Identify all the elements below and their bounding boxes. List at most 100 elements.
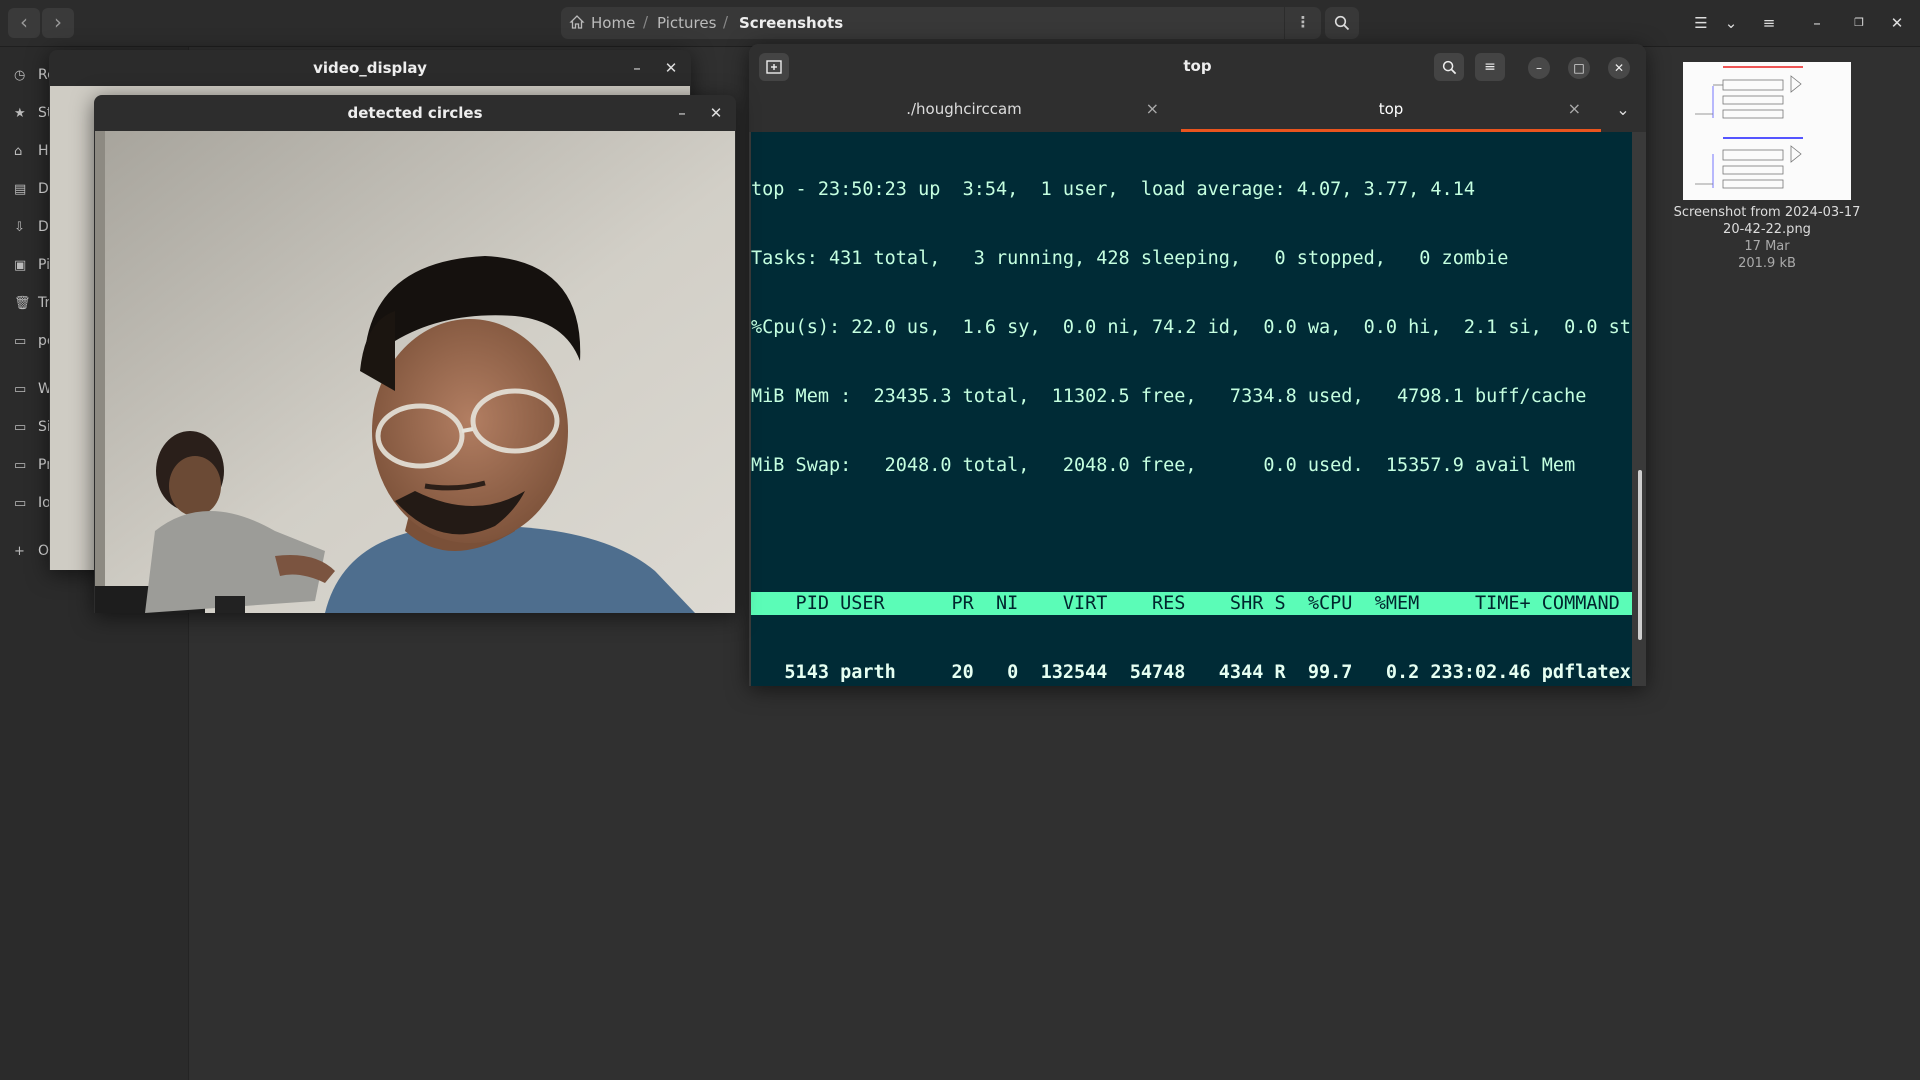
back-button[interactable]: ‹ xyxy=(8,8,40,38)
hamburger-menu-icon: ≡ xyxy=(1762,14,1776,32)
minimize-button[interactable]: – xyxy=(670,101,694,125)
breadcrumb-separator: / xyxy=(643,13,649,31)
process-row: 15287 parth 20 0 134020 59012 4608 R 99.… xyxy=(751,684,1632,686)
folder-icon: ▭ xyxy=(14,382,27,397)
window-title: video_display xyxy=(313,59,427,77)
terminal-output[interactable]: top - 23:50:23 up 3:54, 1 user, load ave… xyxy=(751,132,1632,686)
sidebar-item-label: D xyxy=(38,181,49,197)
minimize-icon: – xyxy=(1536,61,1542,75)
terminal-menu-button[interactable]: ≡ xyxy=(1475,53,1505,81)
terminal-close-button[interactable]: ✕ xyxy=(1608,57,1630,79)
clock-icon: ◷ xyxy=(14,68,26,83)
vertical-dots-icon: ⋮ xyxy=(1295,13,1311,31)
close-button[interactable]: ✕ xyxy=(704,101,728,125)
sidebar-item[interactable]: ▤ D xyxy=(14,181,49,203)
minimize-icon: – xyxy=(678,104,686,122)
close-tab-icon[interactable]: × xyxy=(1568,90,1581,128)
document-icon: ▤ xyxy=(14,182,27,197)
top-tasks-line: Tasks: 431 total, 3 running, 428 sleepin… xyxy=(751,248,1509,269)
sidebar-item-label: O xyxy=(38,543,50,559)
minimize-button[interactable]: – xyxy=(1804,7,1830,39)
top-mem-line: MiB Mem : 23435.3 total, 11302.5 free, 7… xyxy=(751,386,1587,407)
detected-circles-window: detected circles – ✕ xyxy=(94,95,736,613)
close-tab-icon[interactable]: × xyxy=(1146,90,1159,128)
sidebar-item[interactable]: ▭ W xyxy=(14,381,52,403)
sidebar-item[interactable]: ▭ Pr xyxy=(14,457,52,479)
trash-icon: 🗑 xyxy=(14,296,31,311)
top-swap-line: MiB Swap: 2048.0 total, 2048.0 free, 0.0… xyxy=(751,455,1576,476)
folder-icon: ▭ xyxy=(14,496,27,511)
sidebar-item[interactable]: ⌂ H xyxy=(14,143,49,165)
sidebar-item[interactable]: ▭ Io xyxy=(14,495,51,517)
tab-label: top xyxy=(1378,100,1404,118)
terminal-maximize-button[interactable]: □ xyxy=(1568,57,1590,79)
terminal-tab-bar: ./houghcirccam × top × ⌄ xyxy=(749,90,1646,132)
close-button[interactable]: ✕ xyxy=(1884,7,1910,39)
folder-icon: ▭ xyxy=(14,420,27,435)
image-icon: ▣ xyxy=(14,258,27,273)
minimize-icon: – xyxy=(1813,14,1821,32)
breadcrumb-pictures[interactable]: Pictures xyxy=(657,14,716,32)
terminal-search-button[interactable] xyxy=(1434,53,1464,81)
maximize-button[interactable]: ❐ xyxy=(1846,7,1872,39)
home-icon xyxy=(569,14,585,34)
home-icon: ⌂ xyxy=(14,144,23,159)
star-icon: ★ xyxy=(14,106,26,121)
sidebar-item-label: D xyxy=(38,219,49,235)
process-row: 5143 parth 20 0 132544 54748 4344 R 99.7… xyxy=(751,662,1632,683)
sidebar-item[interactable]: 🗑 Tr xyxy=(14,295,50,317)
search-icon xyxy=(1442,60,1456,75)
terminal-headerbar: top ≡ – □ ✕ xyxy=(749,44,1646,90)
sidebar-item-label: H xyxy=(38,143,49,159)
sidebar-item[interactable]: ▣ Pi xyxy=(14,257,50,279)
breadcrumb-home[interactable]: Home xyxy=(591,14,635,32)
file-name: Screenshot from 2024-03-17 20-42-22.png xyxy=(1672,204,1862,238)
tab-list-button[interactable]: ⌄ xyxy=(1605,90,1641,132)
search-icon xyxy=(1334,15,1350,31)
main-menu-button[interactable]: ≡ xyxy=(1754,7,1784,39)
file-item[interactable]: Screenshot from 2024-03-17 20-42-22.png … xyxy=(1672,62,1862,272)
file-name-line-2: 20-42-22.png xyxy=(1723,222,1811,237)
sidebar-item[interactable]: ⇩ D xyxy=(14,219,49,241)
chevron-left-icon: ‹ xyxy=(20,10,28,34)
drive-icon: ▭ xyxy=(14,334,27,349)
minimize-button[interactable]: – xyxy=(625,56,649,80)
window-title: detected circles xyxy=(347,104,483,122)
path-menu-button[interactable]: ⋮ xyxy=(1284,7,1321,39)
search-button[interactable] xyxy=(1325,7,1359,39)
chevron-right-icon: › xyxy=(54,10,62,34)
tab-houghcirccam[interactable]: ./houghcirccam × xyxy=(749,90,1179,132)
close-icon: ✕ xyxy=(1613,61,1625,75)
close-icon: ✕ xyxy=(664,59,678,77)
process-table: 5143 parth 20 0 132544 54748 4344 R 99.7… xyxy=(751,661,1632,686)
file-name-line-1: Screenshot from 2024-03-17 xyxy=(1673,205,1861,220)
terminal-minimize-button[interactable]: – xyxy=(1528,57,1550,79)
breadcrumb-screenshots[interactable]: Screenshots xyxy=(739,14,843,32)
sidebar-item[interactable]: ★ St xyxy=(14,105,52,127)
restore-icon: ❐ xyxy=(1854,16,1864,29)
tab-top[interactable]: top × xyxy=(1181,90,1601,132)
terminal-scrollbar[interactable] xyxy=(1638,470,1642,640)
view-options-button[interactable]: ⌄ xyxy=(1718,7,1744,39)
chevron-down-icon: ⌄ xyxy=(1616,100,1630,119)
tab-label: ./houghcirccam xyxy=(906,100,1022,118)
path-bar[interactable]: Home / Pictures / Screenshots ⋮ xyxy=(561,7,1321,39)
forward-button[interactable]: › xyxy=(42,8,74,38)
sidebar-item[interactable]: ▭ Si xyxy=(14,419,51,441)
hamburger-menu-icon: ≡ xyxy=(1484,59,1496,75)
close-button[interactable]: ✕ xyxy=(659,56,683,80)
close-icon: ✕ xyxy=(1890,14,1904,32)
download-icon: ⇩ xyxy=(14,220,25,235)
close-icon: ✕ xyxy=(709,104,723,122)
list-view-button[interactable]: ☰ xyxy=(1688,7,1714,39)
plus-icon: + xyxy=(14,544,25,559)
webcam-video-frame xyxy=(95,131,735,613)
breadcrumb-separator: / xyxy=(723,13,729,31)
file-manager-headerbar: ‹ › Home / Pictures / Screenshots ⋮ ☰ ⌄ … xyxy=(0,0,1920,47)
minimize-icon: – xyxy=(633,59,641,77)
top-summary-line: top - 23:50:23 up 3:54, 1 user, load ave… xyxy=(751,179,1475,200)
sidebar-item[interactable]: + O xyxy=(14,543,49,565)
folder-icon: ▭ xyxy=(14,458,27,473)
terminal-window: top ≡ – □ ✕ ./houghcirccam × top × ⌄ top… xyxy=(749,44,1646,686)
